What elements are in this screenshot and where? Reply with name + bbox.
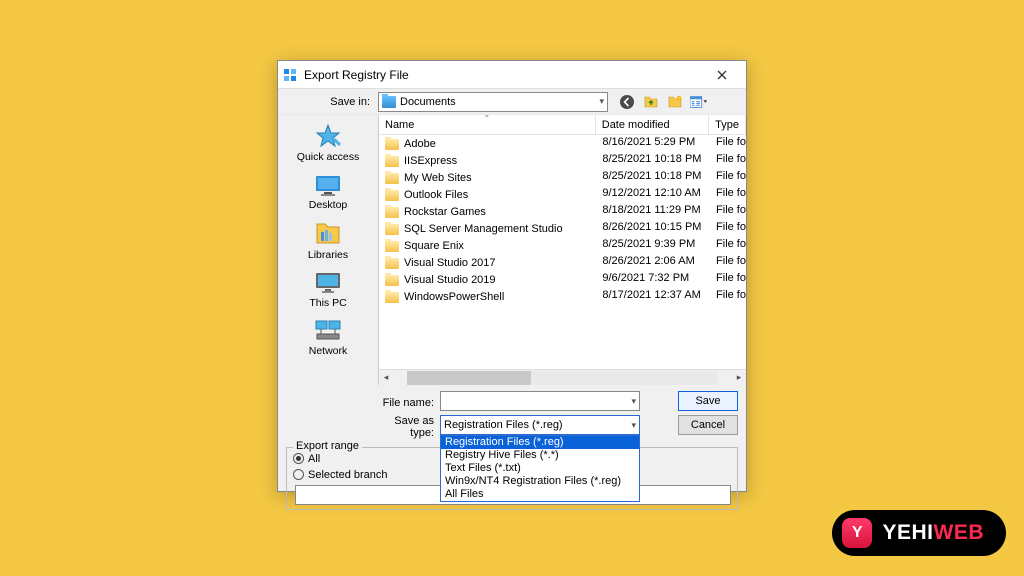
file-rows: Adobe8/16/2021 5:29 PMFile foIISExpress8… [379,135,746,369]
scrollbar-thumb[interactable] [407,371,531,385]
radio-icon [293,453,304,464]
filename-label: File name: [378,391,434,415]
saveastype-dropdown[interactable]: Registration Files (*.reg) ▾ Registratio… [440,415,640,435]
saveastype-option[interactable]: Registry Hive Files (*.*) [441,449,639,462]
table-row[interactable]: My Web Sites8/25/2021 10:18 PMFile fo [379,169,746,186]
radio-icon [293,469,304,480]
export-registry-dialog: Export Registry File Save in: Documents … [277,60,747,492]
horizontal-scrollbar[interactable]: ◂ ▸ [379,369,746,385]
place-quick-access[interactable]: Quick access [286,119,370,169]
saveastype-options: Registration Files (*.reg)Registry Hive … [440,435,640,502]
table-row[interactable]: WindowsPowerShell8/17/2021 12:37 AMFile … [379,288,746,305]
table-row[interactable]: Square Enix8/25/2021 9:39 PMFile fo [379,237,746,254]
save-in-dropdown[interactable]: Documents ▾ [378,92,608,112]
place-network[interactable]: Network [286,315,370,363]
saveastype-option[interactable]: Registration Files (*.reg) [441,436,639,449]
column-header-type[interactable]: Type [709,115,746,134]
table-row[interactable]: Visual Studio 20178/26/2021 2:06 AMFile … [379,254,746,271]
folder-icon [385,190,399,201]
saveastype-option[interactable]: Text Files (*.txt) [441,462,639,475]
titlebar: Export Registry File [278,61,746,89]
column-headers: Name⌃ Date modified Type [379,115,746,135]
chevron-down-icon: ▾ [599,96,604,107]
saveastype-label: Save as type: [378,415,434,439]
save-in-value: Documents [400,96,595,108]
back-icon[interactable] [618,93,636,111]
places-bar: Quick access Desktop Libraries This PC N… [278,115,378,385]
chevron-down-icon: ▾ [631,396,636,407]
save-button[interactable]: Save [678,391,738,411]
table-row[interactable]: Outlook Files9/12/2021 12:10 AMFile fo [379,186,746,203]
up-folder-icon[interactable] [642,93,660,111]
documents-folder-icon [382,96,396,108]
place-this-pc[interactable]: This PC [286,267,370,315]
folder-icon [385,241,399,252]
app-icon [282,67,298,83]
nav-toolbar [618,93,708,111]
folder-icon [385,258,399,269]
scroll-left-icon[interactable]: ◂ [379,372,393,383]
watermark-badge: Y [842,518,872,548]
table-row[interactable]: Visual Studio 20199/6/2021 7:32 PMFile f… [379,271,746,288]
table-row[interactable]: IISExpress8/25/2021 10:18 PMFile fo [379,152,746,169]
filename-input[interactable]: ▾ [440,391,640,411]
watermark: Y YEHIWEB [832,510,1006,556]
chevron-down-icon: ▾ [631,420,636,431]
cancel-button[interactable]: Cancel [678,415,738,435]
place-desktop[interactable]: Desktop [286,169,370,217]
folder-icon [385,292,399,303]
folder-icon [385,275,399,286]
place-libraries[interactable]: Libraries [286,217,370,267]
folder-icon [385,224,399,235]
folder-icon [385,156,399,167]
folder-icon [385,139,399,150]
save-in-row: Save in: Documents ▾ [278,89,746,115]
folder-icon [385,207,399,218]
file-list: Name⌃ Date modified Type Adobe8/16/2021 … [378,115,746,385]
table-row[interactable]: SQL Server Management Studio8/26/2021 10… [379,220,746,237]
new-folder-icon[interactable] [666,93,684,111]
saveastype-option[interactable]: All Files [441,488,639,501]
table-row[interactable]: Adobe8/16/2021 5:29 PMFile fo [379,135,746,152]
table-row[interactable]: Rockstar Games8/18/2021 11:29 PMFile fo [379,203,746,220]
column-header-date[interactable]: Date modified [596,115,709,134]
scroll-right-icon[interactable]: ▸ [732,372,746,383]
view-menu-icon[interactable] [690,93,708,111]
export-range-legend: Export range [293,440,362,452]
close-button[interactable] [704,63,740,87]
folder-icon [385,173,399,184]
dialog-title: Export Registry File [304,68,704,82]
column-header-name[interactable]: Name⌃ [379,115,596,134]
saveastype-option[interactable]: Win9x/NT4 Registration Files (*.reg) [441,475,639,488]
save-in-label: Save in: [278,96,378,108]
